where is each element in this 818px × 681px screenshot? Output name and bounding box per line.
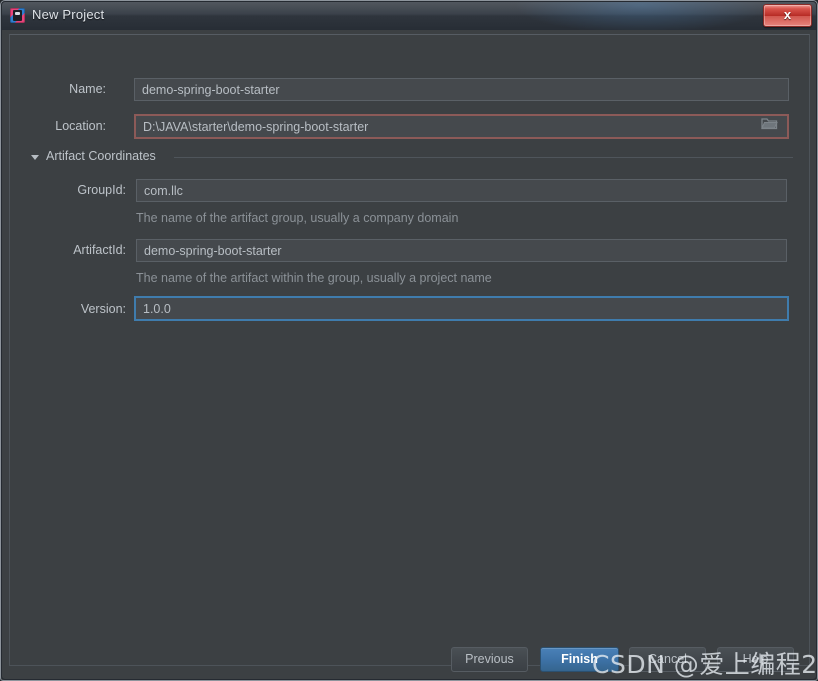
previous-button[interactable]: Previous	[451, 647, 528, 672]
groupid-hint: The name of the artifact group, usually …	[136, 211, 459, 225]
finish-button[interactable]: Finish	[540, 647, 619, 672]
artifactid-input[interactable]	[136, 239, 787, 262]
groupid-label: GroupId:	[77, 183, 126, 197]
title-bar-sheen	[1, 1, 817, 15]
close-button[interactable]: x	[763, 4, 812, 27]
artifact-coordinates-section-header[interactable]: Artifact Coordinates	[31, 149, 801, 167]
close-icon: x	[783, 7, 792, 22]
help-button[interactable]: Help	[717, 647, 794, 672]
name-input[interactable]	[134, 78, 789, 101]
artifact-coordinates-title: Artifact Coordinates	[46, 149, 156, 163]
new-project-dialog-window: New Project x Name: Location: Artifact C…	[0, 0, 818, 681]
previous-button-label: Previous	[465, 652, 514, 666]
folder-icon[interactable]	[761, 116, 778, 130]
dialog-content: Name: Location: Artifact Coordinates Gro…	[1, 30, 817, 680]
cancel-button-label: Cancel	[648, 652, 687, 666]
name-label: Name:	[69, 82, 106, 96]
artifactid-hint: The name of the artifact within the grou…	[136, 271, 492, 285]
section-divider	[174, 157, 793, 158]
dialog-button-bar: Previous Finish Cancel Help	[1, 638, 817, 678]
intellij-idea-icon	[10, 8, 25, 23]
finish-button-label: Finish	[561, 652, 598, 666]
groupid-input[interactable]	[136, 179, 787, 202]
cancel-button[interactable]: Cancel	[629, 647, 706, 672]
artifactid-label: ArtifactId:	[73, 243, 126, 257]
triangle-down-icon[interactable]	[31, 155, 39, 160]
title-bar: New Project x	[1, 1, 817, 31]
location-input[interactable]	[134, 114, 789, 139]
window-title: New Project	[32, 7, 105, 22]
version-input[interactable]	[134, 296, 789, 321]
help-button-label: Help	[742, 652, 769, 666]
project-form: Name: Location: Artifact Coordinates Gro…	[1, 30, 817, 660]
location-label: Location:	[55, 119, 106, 133]
version-label: Version:	[80, 302, 126, 316]
